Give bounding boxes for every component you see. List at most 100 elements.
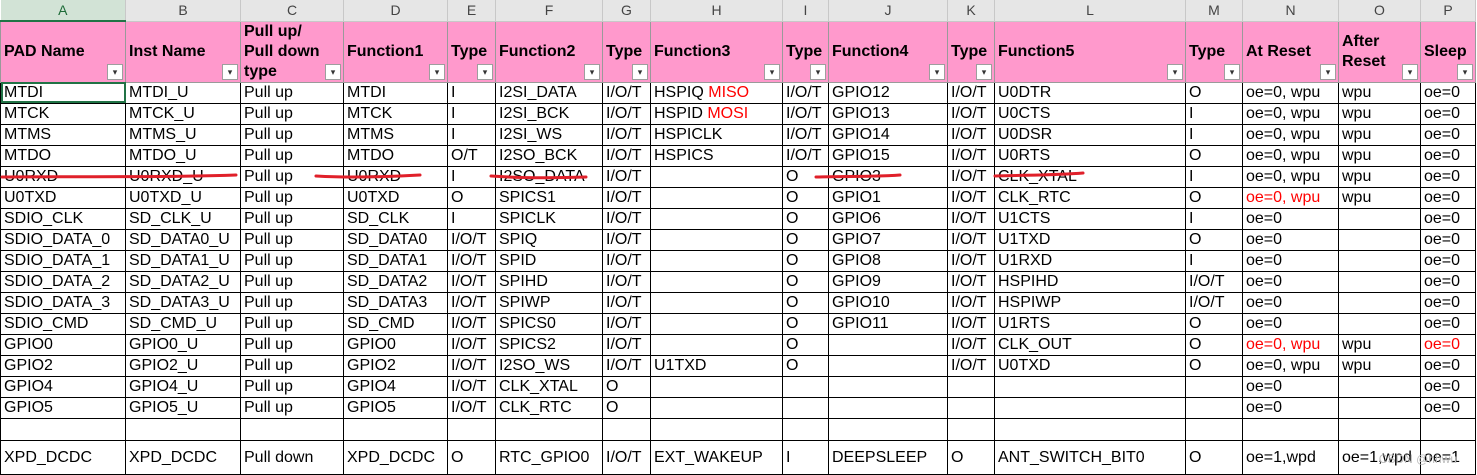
table-cell[interactable]: GPIO1 [828, 186, 948, 209]
table-cell[interactable]: oe=0, wpu [1242, 333, 1339, 356]
table-cell[interactable]: U1TXD [994, 228, 1186, 251]
filter-dropdown-icon[interactable]: ▾ [632, 63, 648, 80]
empty-cell[interactable] [650, 417, 783, 441]
table-cell[interactable]: O [1185, 144, 1243, 167]
column-letter-a[interactable]: A [0, 0, 126, 22]
table-cell[interactable]: CLK_XTAL [495, 375, 603, 398]
header-cell[interactable]: Type ▾ [782, 20, 829, 83]
table-cell[interactable] [650, 333, 783, 356]
table-cell[interactable] [1338, 312, 1421, 335]
table-cell[interactable]: GPIO5_U [125, 396, 241, 419]
table-cell[interactable] [650, 291, 783, 314]
table-cell[interactable]: oe=0 [1242, 375, 1339, 398]
table-cell[interactable]: O [782, 333, 829, 356]
table-cell[interactable]: SD_DATA2_U [125, 270, 241, 293]
table-cell[interactable]: GPIO0_U [125, 333, 241, 356]
table-cell[interactable]: O [602, 375, 651, 398]
filter-dropdown-icon[interactable]: ▾ [1224, 63, 1240, 80]
table-cell[interactable]: oe=0 [1242, 396, 1339, 419]
table-cell[interactable]: I/O/T [947, 333, 995, 356]
table-cell[interactable]: I/O/T [602, 249, 651, 272]
table-cell[interactable]: wpu [1338, 123, 1421, 146]
table-cell[interactable]: GPIO12 [828, 81, 948, 104]
table-cell[interactable]: O [782, 228, 829, 251]
empty-cell[interactable] [994, 417, 1186, 441]
table-cell[interactable]: I/O/T [602, 270, 651, 293]
table-cell[interactable]: wpu [1338, 333, 1421, 356]
table-cell[interactable]: I [1185, 249, 1243, 272]
empty-cell[interactable] [343, 417, 448, 441]
table-cell[interactable]: I2SO_DATA [495, 165, 603, 188]
filter-dropdown-icon[interactable]: ▾ [584, 63, 600, 80]
table-cell[interactable]: U0TXD [343, 186, 448, 209]
table-cell[interactable]: SD_CLK [343, 207, 448, 230]
header-cell[interactable]: Pull up/ Pull down type ▾ [240, 20, 344, 83]
column-letter-l[interactable]: L [994, 0, 1186, 22]
table-cell[interactable]: MTCK_U [125, 102, 241, 125]
table-cell[interactable]: oe=0 [1420, 207, 1476, 230]
header-cell[interactable]: Type ▾ [947, 20, 995, 83]
table-cell[interactable]: MTDI_U [125, 81, 241, 104]
table-cell[interactable] [650, 249, 783, 272]
table-cell[interactable] [1338, 291, 1421, 314]
table-cell[interactable]: oe=0, wpu [1242, 102, 1339, 125]
table-cell[interactable]: oe=0 [1242, 207, 1339, 230]
table-cell[interactable] [828, 375, 948, 398]
table-cell[interactable]: U0DTR [994, 81, 1186, 104]
empty-cell[interactable] [0, 417, 126, 441]
table-cell[interactable]: GPIO9 [828, 270, 948, 293]
table-cell[interactable]: MTMS [343, 123, 448, 146]
table-cell[interactable]: oe=0 [1420, 354, 1476, 377]
filter-dropdown-icon[interactable]: ▾ [107, 63, 123, 80]
table-cell[interactable]: I/O/T [447, 396, 496, 419]
table-cell[interactable]: Pull up [240, 375, 344, 398]
header-cell[interactable]: Function3 ▾ [650, 20, 783, 83]
table-cell[interactable]: SPIHD [495, 270, 603, 293]
table-cell[interactable] [782, 396, 829, 419]
table-cell[interactable]: O [947, 439, 995, 475]
table-cell[interactable] [650, 186, 783, 209]
table-cell[interactable]: U0RXD_U [125, 165, 241, 188]
table-cell[interactable]: SD_CMD_U [125, 312, 241, 335]
table-cell[interactable] [650, 270, 783, 293]
table-cell[interactable]: oe=0 [1242, 291, 1339, 314]
table-cell[interactable]: SD_DATA0 [343, 228, 448, 251]
table-cell[interactable]: I/O/T [602, 144, 651, 167]
table-cell[interactable] [650, 165, 783, 188]
column-letter-o[interactable]: O [1338, 0, 1421, 22]
header-cell[interactable]: PAD Name ▾ [0, 20, 126, 83]
table-cell[interactable]: I/O/T [947, 186, 995, 209]
table-cell[interactable]: XPD_DCDC [0, 439, 126, 475]
column-letter-d[interactable]: D [343, 0, 448, 22]
table-cell[interactable]: I/O/T [447, 354, 496, 377]
empty-cell[interactable] [1420, 417, 1476, 441]
table-cell[interactable]: Pull up [240, 270, 344, 293]
table-cell[interactable]: I/O/T [782, 123, 829, 146]
table-cell[interactable]: I/O/T [602, 439, 651, 475]
table-cell[interactable] [1338, 228, 1421, 251]
table-cell[interactable]: I/O/T [602, 81, 651, 104]
table-cell[interactable]: O [782, 291, 829, 314]
header-cell[interactable]: Function4 ▾ [828, 20, 948, 83]
table-cell[interactable]: I [1185, 165, 1243, 188]
table-cell[interactable]: O [782, 186, 829, 209]
table-cell[interactable]: I/O/T [602, 333, 651, 356]
filter-dropdown-icon[interactable]: ▾ [477, 63, 493, 80]
column-letter-h[interactable]: H [650, 0, 783, 22]
table-cell[interactable]: I/O/T [447, 291, 496, 314]
table-cell[interactable]: SD_DATA3_U [125, 291, 241, 314]
table-cell[interactable]: SD_CLK_U [125, 207, 241, 230]
table-cell[interactable]: GPIO2_U [125, 354, 241, 377]
table-cell[interactable]: wpu [1338, 354, 1421, 377]
filter-dropdown-icon[interactable]: ▾ [1167, 63, 1183, 80]
table-cell[interactable] [650, 228, 783, 251]
table-cell[interactable]: Pull up [240, 123, 344, 146]
table-cell[interactable]: oe=0 [1420, 144, 1476, 167]
table-cell[interactable]: O [782, 312, 829, 335]
filter-dropdown-icon[interactable]: ▾ [429, 63, 445, 80]
table-cell[interactable]: wpu [1338, 144, 1421, 167]
filter-dropdown-icon[interactable]: ▾ [1320, 63, 1336, 80]
table-cell[interactable]: I/O/T [947, 144, 995, 167]
table-cell[interactable]: Pull up [240, 144, 344, 167]
table-cell[interactable]: I2SO_WS [495, 354, 603, 377]
